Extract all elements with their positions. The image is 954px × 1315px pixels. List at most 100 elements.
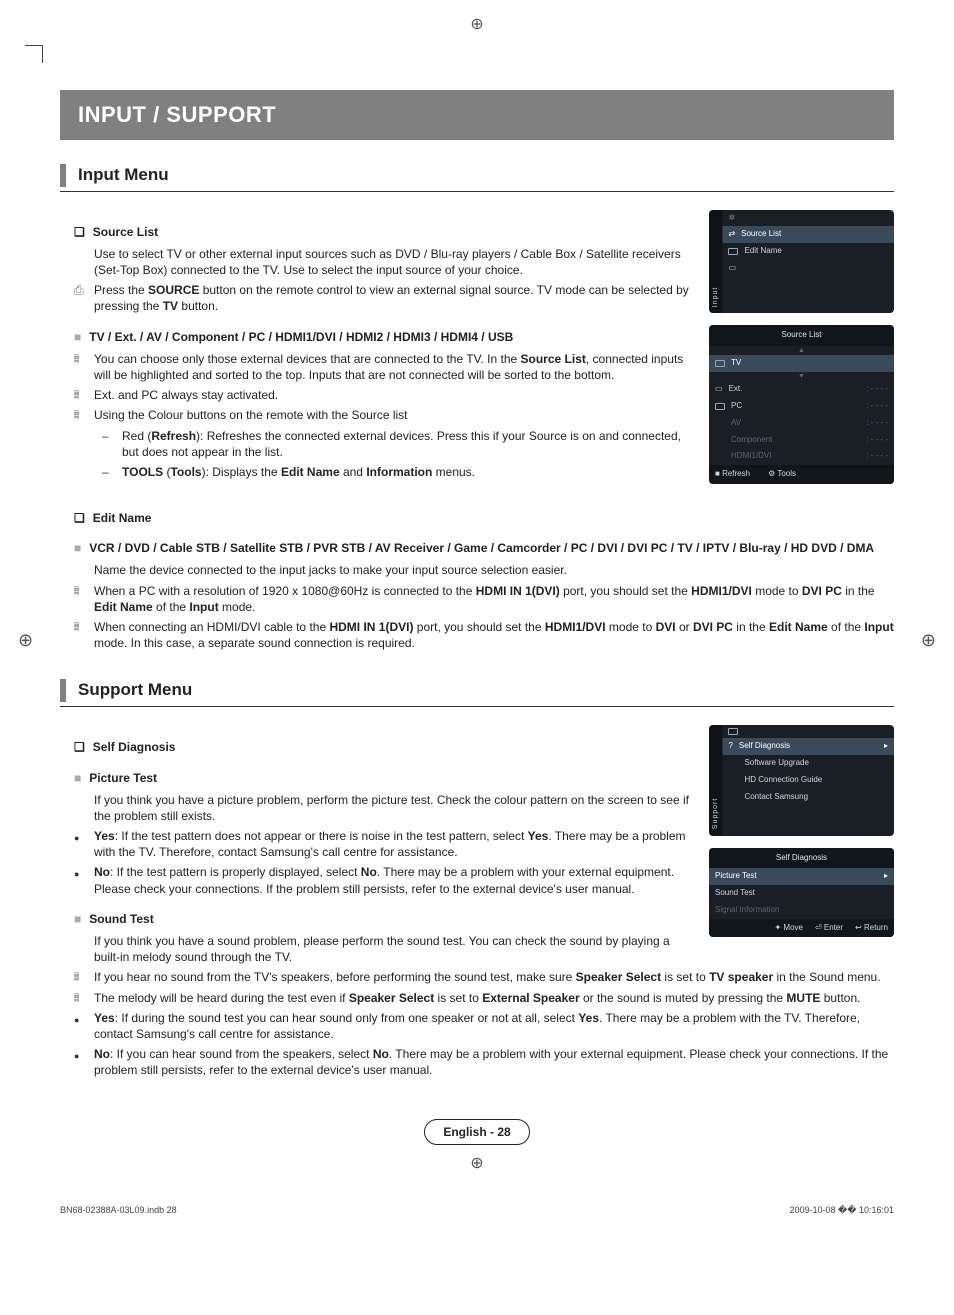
edit-name-title: Edit Name (74, 510, 894, 526)
osd-item-dim: AV: - - - - (709, 415, 894, 432)
b: Input (189, 600, 218, 614)
sound-test-title: Sound Test (74, 911, 691, 927)
txt: mode to (752, 584, 802, 598)
b: No (373, 1047, 389, 1061)
txt: Ext. (729, 384, 743, 395)
osd-item-selected: TV (709, 355, 894, 372)
txt: mode. (219, 600, 256, 614)
note: If you hear no sound from the TV's speak… (74, 969, 894, 985)
txt: in the (733, 620, 769, 634)
crop-mark (25, 45, 43, 63)
txt: in the (842, 584, 875, 598)
b: Yes (94, 1011, 115, 1025)
osd-icon-row (722, 725, 894, 738)
dash-item: TOOLS (Tools): Displays the Edit Name an… (102, 464, 691, 480)
b: No (361, 865, 377, 879)
txt: port, you should set the (560, 584, 691, 598)
txt: Picture Test (89, 770, 157, 786)
txt: : - - - - (866, 384, 888, 395)
b: Input (864, 620, 893, 634)
b: Speaker Select (576, 970, 661, 984)
print-register-left: ⊕ (18, 628, 33, 652)
txt: button. (178, 299, 218, 313)
b: HDMI IN 1(DVI) (476, 584, 560, 598)
txt: is set to (661, 970, 709, 984)
txt: Using the Colour buttons on the remote w… (94, 407, 691, 423)
sound-test-desc: If you think you have a sound problem, p… (94, 933, 691, 965)
gear-icon: ✲ (722, 210, 894, 227)
bullet-yes: Yes: If during the sound test you can he… (74, 1010, 894, 1042)
txt: : If the test pattern does not appear or… (115, 829, 528, 843)
txt: Edit Name (744, 246, 781, 257)
osd-footer: ■ Refresh ⚙ Tools (709, 465, 894, 484)
osd-item: ▭ (722, 260, 894, 277)
txt: and (340, 465, 367, 479)
txt: Press the (94, 283, 148, 297)
txt: of the (828, 620, 865, 634)
source-list-title: Source List (74, 224, 691, 240)
bold: TOOLS (122, 465, 163, 479)
osd-item: Contact Samsung (722, 789, 894, 806)
divider (60, 706, 894, 707)
note: When a PC with a resolution of 1920 x 10… (74, 583, 894, 615)
txt: The melody will be heard during the test… (94, 991, 349, 1005)
txt: mode to (606, 620, 656, 634)
txt: Source List (741, 229, 781, 240)
b: DVI PC (802, 584, 842, 598)
self-diagnosis-title: Self Diagnosis (74, 739, 691, 755)
b: External Speaker (482, 991, 579, 1005)
bold: Source List (521, 352, 586, 366)
note: You can choose only those external devic… (74, 351, 691, 383)
picture-test-desc: If you think you have a picture problem,… (94, 792, 691, 824)
osd-side-label: Input (709, 210, 722, 313)
osd-header: Self Diagnosis (709, 848, 894, 869)
txt: or the sound is muted by pressing the (580, 991, 787, 1005)
txt: Refresh (722, 469, 750, 478)
osd-item-selected: ⇄Source List (722, 226, 894, 243)
picture-test-title: Picture Test (74, 770, 691, 786)
txt: Self Diagnosis (739, 741, 790, 752)
note: Ext. and PC always stay activated. (74, 387, 691, 403)
page-footer: English - 28 (60, 1119, 894, 1145)
osd-item-dim: Component: - - - - (709, 432, 894, 449)
txt: menus. (432, 465, 475, 479)
txt: : - - - - (866, 418, 888, 429)
txt: is set to (434, 991, 482, 1005)
txt: Sound Test (715, 888, 755, 899)
txt: Tools (777, 469, 796, 478)
print-timestamp: 2009-10-08 �� 10:16:01 (789, 1204, 894, 1216)
osd-side-label: Support (709, 725, 722, 835)
b: Yes (528, 829, 549, 843)
bullet-no: No: If the test pattern is properly disp… (74, 864, 691, 896)
txt: : - - - - (866, 435, 888, 446)
b: HDMI1/DVI (545, 620, 606, 634)
txt: Enter (824, 923, 843, 932)
bold: Refresh (151, 429, 196, 443)
txt: PC (731, 401, 742, 412)
tv-ext-title: TV / Ext. / AV / Component / PC / HDMI1/… (74, 329, 691, 345)
txt: Software Upgrade (744, 758, 808, 769)
print-register-right: ⊕ (921, 628, 936, 652)
osd-footer: ✦ Move ⏎ Enter ↩ Return (709, 919, 894, 938)
edit-name-desc: Name the device connected to the input j… (94, 562, 894, 578)
bullet-yes: Yes: If the test pattern does not appear… (74, 828, 691, 860)
txt: button. (820, 991, 860, 1005)
txt: Self Diagnosis (93, 739, 176, 755)
bullet-no: No: If you can hear sound from the speak… (74, 1046, 894, 1078)
osd-item: HD Connection Guide (722, 772, 894, 789)
print-register-top: ⊕ (470, 14, 483, 36)
osd-support-menu: Support ?Self Diagnosis▸ Software Upgrad… (709, 725, 894, 835)
print-register-bottom: ⊕ (60, 1153, 894, 1175)
txt: Red ( (122, 429, 151, 443)
b: HDMI1/DVI (691, 584, 752, 598)
divider (60, 191, 894, 192)
txt: : If you can hear sound from the speaker… (110, 1047, 373, 1061)
osd-self-diagnosis: Self Diagnosis Picture Test▸ Sound Test … (709, 848, 894, 938)
source-list-desc: Use to select TV or other external input… (94, 246, 691, 278)
note: Using the Colour buttons on the remote w… (74, 407, 691, 423)
osd-item: Sound Test (709, 885, 894, 902)
print-metadata: BN68-02388A-03L09.indb 28 2009-10-08 �� … (60, 1204, 894, 1216)
txt: : If during the sound test you can hear … (115, 1011, 579, 1025)
osd-item: ▭Ext.: - - - - (709, 381, 894, 398)
b: DVI PC (693, 620, 733, 634)
